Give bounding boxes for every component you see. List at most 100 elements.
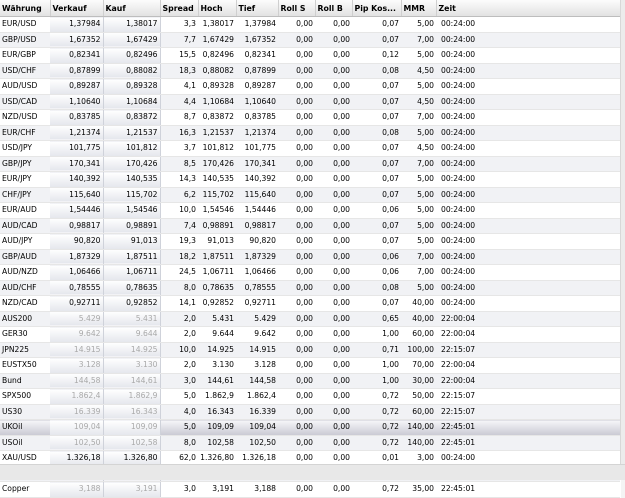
cell-buy-price[interactable]: 1,21537 <box>103 125 161 141</box>
cell-buy-price[interactable]: 101,812 <box>103 140 161 157</box>
cell-buy-price[interactable]: 0,78635 <box>103 280 161 296</box>
cell-sell-price[interactable]: 1,21374 <box>50 125 104 141</box>
table-row[interactable]: UKOil 109,04 109,09 5,0 109,09 109,04 0,00 0,00… <box>0 419 620 436</box>
table-row[interactable]: USOil 102,50 102,58 8,0 102,58 102,50 0,00 0,00… <box>0 435 620 451</box>
table-row[interactable]: AUD/JPY 90,820 91,013 19,3 91,013 90,820 0,00 0… <box>0 233 620 250</box>
cell-sell-price[interactable]: 0,87899 <box>50 63 104 79</box>
cell-buy-price[interactable]: 144,61 <box>103 373 161 389</box>
cell-buy-price[interactable]: 3,191 <box>103 481 161 498</box>
table-row[interactable]: EUR/USD 1,37984 1,38017 3,3 1,38017 1,37984 0,… <box>0 16 620 33</box>
cell-sell-price[interactable]: 102,50 <box>50 435 104 451</box>
cell-buy-price[interactable]: 3.130 <box>103 357 161 374</box>
cell-sell-price[interactable]: 9.642 <box>50 326 104 343</box>
cell-sell-price[interactable]: 0,98817 <box>50 218 104 234</box>
table-row[interactable]: GER30 9.642 9.644 2,0 9.644 9.642 0,00 0,00 1,00… <box>0 326 620 343</box>
column-header-kauf[interactable]: Kauf <box>103 0 161 17</box>
table-row[interactable]: USD/JPY 101,775 101,812 3,7 101,812 101,775 0,… <box>0 140 620 157</box>
cell-sell-price[interactable]: 3.128 <box>50 357 104 374</box>
cell-sell-price[interactable]: 16.339 <box>50 404 104 420</box>
column-header-verkauf[interactable]: Verkauf <box>50 0 104 17</box>
cell-buy-price[interactable]: 109,09 <box>103 419 161 436</box>
cell-sell-price[interactable]: 3,188 <box>50 481 104 498</box>
cell-buy-price[interactable]: 1.862,9 <box>103 388 161 405</box>
cell-buy-price[interactable]: 115,702 <box>103 187 161 203</box>
cell-sell-price[interactable]: 90,820 <box>50 233 104 250</box>
cell-time: 22:45:01 <box>436 419 620 436</box>
cell-buy-price[interactable]: 1,67429 <box>103 32 161 48</box>
column-header-roll-s[interactable]: Roll S <box>278 0 316 17</box>
cell-sell-price[interactable]: 1,87329 <box>50 249 104 265</box>
table-row[interactable]: Copper 3,188 3,191 3,0 3,191 3,188 0,00 0,00 0,7… <box>0 481 620 498</box>
table-row[interactable]: USD/CHF 0,87899 0,88082 18,3 0,88082 0,87899 0… <box>0 63 620 79</box>
cell-buy-price[interactable]: 5.431 <box>103 311 161 327</box>
table-row[interactable]: AUD/CHF 0,78555 0,78635 8,0 0,78635 0,78555 0,… <box>0 280 620 296</box>
cell-buy-price[interactable]: 102,58 <box>103 435 161 451</box>
table-row[interactable]: EUR/CHF 1,21374 1,21537 16,3 1,21537 1,21374 0… <box>0 125 620 141</box>
cell-sell-price[interactable]: 5.429 <box>50 311 104 327</box>
cell-sell-price[interactable]: 115,640 <box>50 187 104 203</box>
table-row[interactable]: AUD/USD 0,89287 0,89328 4,1 0,89328 0,89287 0,… <box>0 78 620 95</box>
cell-buy-price[interactable]: 16.343 <box>103 404 161 420</box>
column-header-pip-kosten[interactable]: Pip Kos... <box>352 0 402 17</box>
cell-buy-price[interactable]: 91,013 <box>103 233 161 250</box>
cell-sell-price[interactable]: 0,89287 <box>50 78 104 95</box>
cell-sell-price[interactable]: 0,78555 <box>50 280 104 296</box>
cell-sell-price[interactable]: 144,58 <box>50 373 104 389</box>
table-row[interactable]: US30 16.339 16.343 4,0 16.343 16.339 0,00 0,00 0… <box>0 404 620 420</box>
table-row[interactable]: GBP/USD 1,67352 1,67429 7,7 1,67429 1,67352 0,… <box>0 32 620 48</box>
table-row[interactable]: SPX500 1.862,4 1.862,9 5,0 1.862,9 1.862,4 0,0… <box>0 388 620 405</box>
table-row[interactable]: EUR/AUD 1,54446 1,54546 10,0 1,54546 1,54446 0… <box>0 202 620 219</box>
column-header-waehrung[interactable]: Währung <box>0 0 51 17</box>
cell-buy-price[interactable]: 9.644 <box>103 326 161 343</box>
column-header-spread[interactable]: Spread <box>160 0 199 17</box>
cell-sell-price[interactable]: 0,82341 <box>50 47 104 64</box>
table-row[interactable]: AUS200 5.429 5.431 2,0 5.431 5.429 0,00 0,00 0,6… <box>0 311 620 327</box>
cell-buy-price[interactable]: 170,426 <box>103 156 161 172</box>
table-row[interactable]: GBP/JPY 170,341 170,426 8,5 170,426 170,341 0,… <box>0 156 620 172</box>
cell-buy-price[interactable]: 1,10684 <box>103 94 161 110</box>
cell-buy-price[interactable]: 0,98891 <box>103 218 161 234</box>
column-header-mmr[interactable]: MMR <box>401 0 437 17</box>
cell-buy-price[interactable]: 1,06711 <box>103 264 161 281</box>
cell-buy-price[interactable]: 14.925 <box>103 342 161 358</box>
table-row[interactable]: EUR/JPY 140,392 140,535 14,3 140,535 140,392 0… <box>0 171 620 188</box>
cell-sell-price[interactable]: 1,37984 <box>50 16 104 33</box>
table-row[interactable]: EUR/GBP 0,82341 0,82496 15,5 0,82496 0,82341 0… <box>0 47 620 64</box>
cell-sell-price[interactable]: 0,83785 <box>50 109 104 126</box>
cell-buy-price[interactable]: 1,87511 <box>103 249 161 265</box>
table-row[interactable]: GBP/AUD 1,87329 1,87511 18,2 1,87511 1,87329 0… <box>0 249 620 265</box>
cell-sell-price[interactable]: 1,06466 <box>50 264 104 281</box>
cell-sell-price[interactable]: 170,341 <box>50 156 104 172</box>
cell-sell-price[interactable]: 1,67352 <box>50 32 104 48</box>
column-header-tief[interactable]: Tief <box>236 0 279 17</box>
column-header-zeit[interactable]: Zeit <box>436 0 621 17</box>
cell-buy-price[interactable]: 0,88082 <box>103 63 161 79</box>
table-row[interactable]: USD/CAD 1,10640 1,10684 4,4 1,10684 1,10640 0,… <box>0 94 620 110</box>
cell-buy-price[interactable]: 1,38017 <box>103 16 161 33</box>
cell-sell-price[interactable]: 1.862,4 <box>50 388 104 405</box>
vertical-scrollbar[interactable] <box>620 0 625 464</box>
table-row[interactable]: JPN225 14.915 14.925 10,0 14.925 14.915 0,00 0,… <box>0 342 620 358</box>
column-header-roll-b[interactable]: Roll B <box>315 0 353 17</box>
table-row[interactable]: AUD/CAD 0,98817 0,98891 7,4 0,98891 0,98817 0,… <box>0 218 620 234</box>
cell-buy-price[interactable]: 140,535 <box>103 171 161 188</box>
cell-buy-price[interactable]: 0,82496 <box>103 47 161 64</box>
cell-sell-price[interactable]: 0,92711 <box>50 295 104 312</box>
cell-sell-price[interactable]: 1,10640 <box>50 94 104 110</box>
table-row[interactable]: NZD/USD 0,83785 0,83872 8,7 0,83872 0,83785 0,… <box>0 109 620 126</box>
cell-buy-price[interactable]: 0,92852 <box>103 295 161 312</box>
cell-buy-price[interactable]: 1,54546 <box>103 202 161 219</box>
column-header-hoch[interactable]: Hoch <box>198 0 237 17</box>
table-row[interactable]: CHF/JPY 115,640 115,702 6,2 115,702 115,640 0,… <box>0 187 620 203</box>
cell-sell-price[interactable]: 109,04 <box>50 419 104 436</box>
cell-buy-price[interactable]: 0,89328 <box>103 78 161 95</box>
cell-sell-price[interactable]: 1,54446 <box>50 202 104 219</box>
table-row[interactable]: EUSTX50 3.128 3.130 2,0 3.130 3.128 0,00 0,00 1,… <box>0 357 620 374</box>
cell-sell-price[interactable]: 14.915 <box>50 342 104 358</box>
cell-sell-price[interactable]: 101,775 <box>50 140 104 157</box>
table-row[interactable]: Bund 144,58 144,61 3,0 144,61 144,58 0,00 0,00 1… <box>0 373 620 389</box>
table-row[interactable]: NZD/CAD 0,92711 0,92852 14,1 0,92852 0,92711 0… <box>0 295 620 312</box>
table-row[interactable]: AUD/NZD 1,06466 1,06711 24,5 1,06711 1,06466 0… <box>0 264 620 281</box>
cell-sell-price[interactable]: 140,392 <box>50 171 104 188</box>
cell-buy-price[interactable]: 0,83872 <box>103 109 161 126</box>
